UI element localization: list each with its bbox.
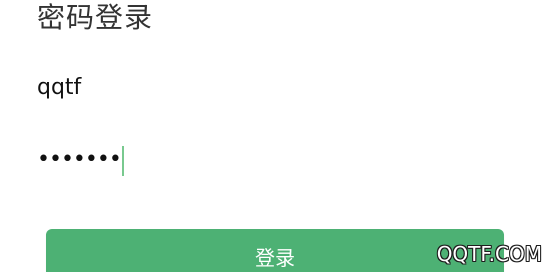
login-button[interactable]: 登录	[46, 229, 504, 272]
username-field[interactable]: qqtf	[37, 66, 507, 110]
password-mask: •••••••	[37, 147, 122, 172]
page-title: 密码登录	[37, 1, 154, 34]
password-field[interactable]: •••••••	[37, 138, 507, 182]
login-button-label: 登录	[255, 246, 295, 270]
login-page: 密码登录 qqtf ••••••• 登录 QQTF.COM	[0, 0, 548, 272]
password-input-row: •••••••	[37, 138, 124, 182]
text-cursor	[121, 146, 124, 176]
username-value: qqtf	[37, 75, 82, 100]
watermark-logo: QQTF.COM	[436, 242, 542, 266]
